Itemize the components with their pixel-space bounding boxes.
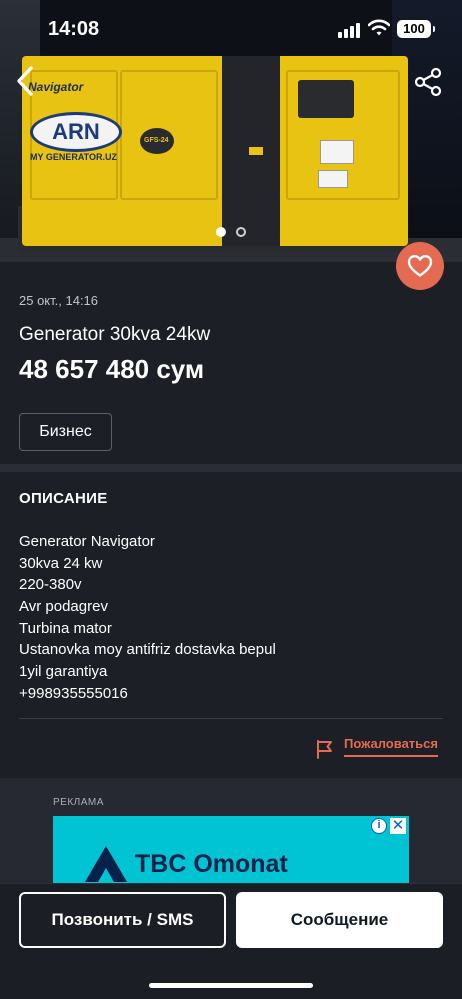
flag-icon — [317, 740, 332, 759]
generator-site-text: MY GENERATOR.UZ — [30, 152, 118, 162]
ad-close-icon[interactable]: ✕ — [390, 818, 406, 834]
ad-banner[interactable]: TBC Omonat i ✕ — [53, 816, 409, 886]
generator-info-label — [318, 170, 348, 188]
heart-icon — [407, 255, 433, 277]
call-sms-button[interactable]: Позвонить / SMS — [19, 892, 226, 948]
description-text: Generator Navigator 30kva 24 kw 220-380v… — [19, 531, 439, 705]
generator-model-text: GFS-24 — [144, 137, 169, 144]
divider — [19, 718, 443, 719]
chevron-left-icon — [17, 66, 33, 96]
generator-sticker — [248, 146, 264, 156]
wifi-icon — [367, 19, 391, 37]
description-heading: ОПИСАНИЕ — [19, 490, 108, 507]
ad-caption: РЕКЛАМА — [53, 797, 104, 808]
status-time: 14:08 — [48, 18, 100, 40]
ad-brand-text: TBC Omonat — [135, 850, 288, 878]
carousel-indicator — [212, 226, 252, 238]
description-line: Turbina mator — [19, 619, 112, 637]
listing-date: 25 окт., 14:16 — [19, 293, 99, 308]
report-label[interactable]: Пожаловаться — [344, 736, 438, 757]
description-line: Generator Navigator — [19, 533, 155, 550]
generator-control-panel — [298, 80, 354, 118]
status-bar: 14:08 100 — [0, 0, 462, 54]
back-button[interactable] — [10, 64, 40, 98]
description-line: 30kva 24 kw — [19, 554, 103, 572]
carousel-dot-active[interactable] — [216, 227, 226, 237]
listing-price: 48 657 480 сум — [19, 354, 205, 384]
generator-warning-label — [320, 140, 354, 164]
listing-title: Generator 30kva 24kw — [19, 324, 211, 345]
section-divider — [0, 464, 462, 472]
description-line: 220-380v — [19, 576, 82, 594]
ad-info-icon[interactable]: i — [371, 818, 387, 834]
tbc-logo-icon — [85, 846, 127, 882]
description-line: Ustanovka moy antifriz dostavka bepul — [19, 641, 276, 659]
generator-logo: ARN — [30, 112, 122, 152]
favorite-button[interactable] — [396, 242, 444, 290]
home-indicator — [149, 983, 313, 988]
business-tag[interactable]: Бизнес — [19, 413, 112, 451]
battery-indicator: 100 — [397, 20, 435, 38]
message-button[interactable]: Сообщение — [236, 892, 443, 948]
cellular-signal-icon — [338, 22, 362, 38]
description-line: Avr podagrev — [19, 598, 108, 616]
share-button[interactable] — [412, 66, 444, 98]
carousel-dot[interactable] — [236, 227, 246, 237]
share-icon — [414, 67, 442, 97]
description-phone[interactable]: +998935555016 — [19, 683, 439, 705]
report-link[interactable]: Пожаловаться — [316, 736, 438, 760]
description-line: 1yil garantiya — [19, 663, 108, 681]
